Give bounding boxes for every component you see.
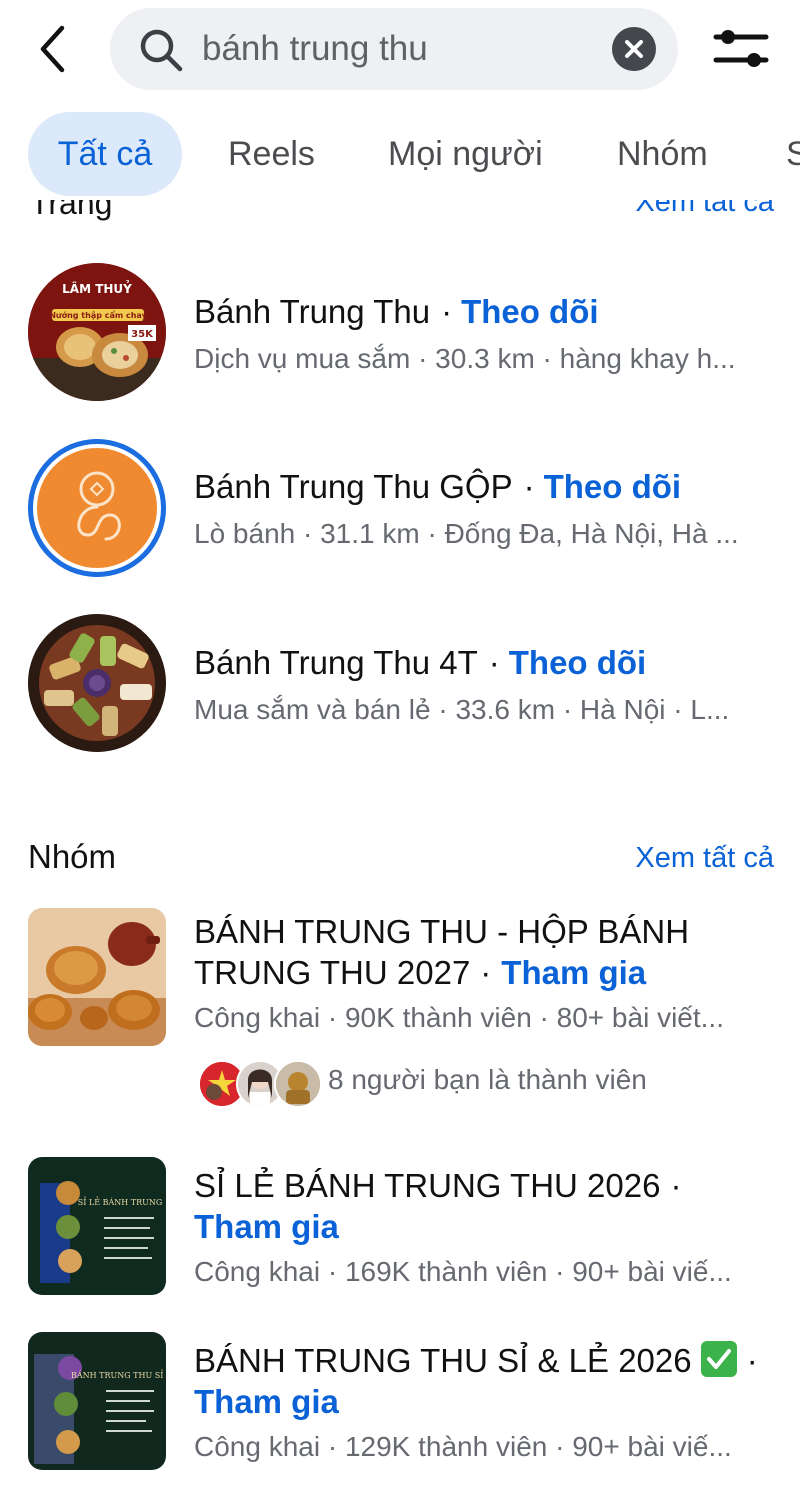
filter-button[interactable] (712, 25, 770, 73)
see-all-groups-link[interactable]: Xem tất cả (635, 842, 774, 875)
group-name: BÁNH TRUNG THU SỈ & LẺ 2026 (194, 1342, 692, 1379)
tab-reels[interactable]: Reels (228, 112, 315, 196)
search-bar[interactable]: bánh trung thu (110, 8, 678, 90)
clear-search-button[interactable] (612, 27, 656, 71)
page-title[interactable]: Bánh Trung Thu · Theo dõi (194, 292, 599, 332)
search-icon (138, 27, 184, 73)
pages-section-header: Trang Xem tất cả (0, 200, 800, 232)
follow-button[interactable]: Theo dõi (509, 644, 646, 681)
group-subtitle: Công khai · 169K thành viên · 90+ bài vi… (194, 1256, 732, 1287)
page-title[interactable]: Bánh Trung Thu GỘP · Theo dõi (194, 467, 681, 507)
section-title-groups: Nhóm (28, 838, 117, 875)
see-all-pages-link[interactable]: Xem tất cả (635, 200, 774, 219)
tab-more[interactable]: S (786, 112, 800, 196)
svg-text:SỈ LẺ BÁNH TRUNG: SỈ LẺ BÁNH TRUNG (78, 1197, 163, 1207)
page-name: Bánh Trung Thu GỘP (194, 468, 513, 505)
back-button[interactable] (30, 22, 80, 76)
page-name: Bánh Trung Thu (194, 293, 431, 330)
group-name-line1: BÁNH TRUNG THU - HỘP BÁNH (194, 913, 690, 950)
group-title[interactable]: SỈ LẺ BÁNH TRUNG THU 2026 · Tham gia (194, 1165, 774, 1247)
follow-button[interactable]: Theo dõi (461, 293, 598, 330)
section-title-pages: Trang (30, 200, 113, 221)
svg-text:Nướng thập cẩm chay: Nướng thập cẩm chay (49, 310, 147, 320)
group-subtitle: Công khai · 129K thành viên · 90+ bài vi… (194, 1431, 732, 1462)
group-thumbnail[interactable]: SỈ LẺ BÁNH TRUNG (28, 1157, 166, 1295)
page-subtitle: Dịch vụ mua sắm · 30.3 km · hàng khay h.… (194, 343, 736, 374)
group-title[interactable]: BÁNH TRUNG THU SỈ & LẺ 2026 · Tham gia (194, 1340, 774, 1422)
group-thumbnail[interactable] (28, 908, 166, 1046)
join-button[interactable]: Tham gia (501, 954, 646, 991)
follow-button[interactable]: Theo dõi (544, 468, 681, 505)
page-avatar[interactable]: LÂM THUỶ Nướng thập cẩm chay 35K (28, 263, 166, 401)
svg-text:LÂM THUỶ: LÂM THUỶ (62, 280, 132, 296)
svg-text:35K: 35K (131, 329, 154, 340)
page-subtitle: Mua sắm và bán lẻ · 33.6 km · Hà Nội · L… (194, 694, 730, 725)
page-subtitle: Lò bánh · 31.1 km · Đống Đa, Hà Nội, Hà … (194, 518, 739, 549)
tab-groups[interactable]: Nhóm (617, 112, 708, 196)
sliders-icon (713, 30, 769, 67)
join-button[interactable]: Tham gia (194, 1383, 339, 1420)
tab-people[interactable]: Mọi người (388, 112, 543, 196)
join-button[interactable]: Tham gia (194, 1208, 339, 1245)
group-name: SỈ LẺ BÁNH TRUNG THU 2026 (194, 1167, 661, 1204)
page-name: Bánh Trung Thu 4T (194, 644, 478, 681)
page-avatar[interactable] (28, 614, 166, 752)
close-icon (625, 40, 643, 58)
group-thumbnail[interactable]: BÁNH TRUNG THU SỈ & (28, 1332, 166, 1470)
search-input[interactable]: bánh trung thu (202, 8, 428, 90)
check-mark-icon (700, 1341, 737, 1377)
chevron-left-icon (40, 25, 65, 73)
svg-text:BÁNH TRUNG THU SỈ &: BÁNH TRUNG THU SỈ & (71, 1370, 166, 1380)
group-subtitle: Công khai · 90K thành viên · 80+ bài viế… (194, 1002, 724, 1033)
page-avatar[interactable] (28, 439, 166, 577)
avatar (274, 1060, 322, 1108)
group-name-line2: TRUNG THU 2027 (194, 954, 471, 991)
group-title[interactable]: BÁNH TRUNG THU - HỘP BÁNH TRUNG THU 2027… (194, 911, 774, 993)
mutual-friends-text: 8 người bạn là thành viên (328, 1064, 647, 1095)
tab-all[interactable]: Tất cả (28, 112, 182, 196)
page-title[interactable]: Bánh Trung Thu 4T · Theo dõi (194, 643, 646, 683)
